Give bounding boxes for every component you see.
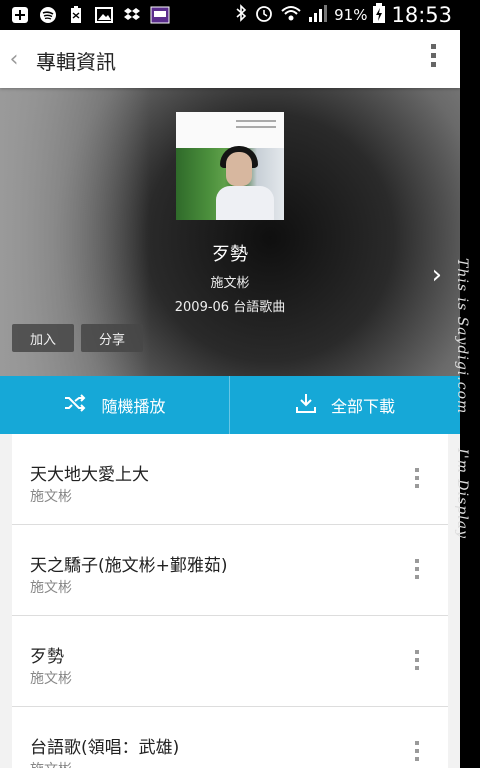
next-album-button[interactable]: › [432,260,442,290]
track-artist: 施文彬 [30,759,72,768]
watermark-line-2: I'm Display [454,448,470,539]
shuffle-icon [63,393,87,417]
status-bar: 91% 18:53 [0,0,460,30]
overflow-menu-button[interactable] [426,44,440,74]
track-row[interactable]: 天大地大愛上大 施文彬 [12,434,448,525]
add-button[interactable]: 加入 [12,324,74,352]
wifi-icon [280,3,302,27]
add-notification-icon [10,5,30,25]
back-button[interactable]: ‹ [0,30,28,88]
album-title: 歹勢 [212,244,248,265]
album-header: 歹勢 施文彬 2009-06 台語歌曲 › 加入 分享 [0,88,460,376]
download-all-label: 全部下載 [330,397,395,416]
shuffle-play-label: 隨機播放 [101,397,166,416]
album-cover [176,112,284,220]
app-screen: 91% 18:53 ‹ 專輯資訊 歹勢 施文彬 2009-06 台語歌曲 › 加… [0,0,460,768]
track-more-button[interactable] [414,650,420,674]
action-bar: 隨機播放 全部下載 [0,376,460,434]
battery-charging-icon [373,3,386,27]
track-artist: 施文彬 [30,580,72,596]
shuffle-play-button[interactable]: 隨機播放 [0,376,230,434]
alarm-icon [254,3,274,27]
bluetooth-icon [234,3,248,27]
download-all-button[interactable]: 全部下載 [230,376,460,434]
track-more-button[interactable] [414,741,420,765]
app-notification-icon [150,5,170,25]
spotify-icon [38,5,58,25]
track-artist: 施文彬 [30,671,72,687]
track-title: 歹勢 [30,647,64,667]
more-vert-icon [414,559,420,579]
gallery-icon [94,5,114,25]
track-more-button[interactable] [414,468,420,492]
share-button[interactable]: 分享 [81,324,143,352]
track-row[interactable]: 天之驕子(施文彬+鄞雅茹) 施文彬 [12,525,448,616]
battery-percent: 91% [334,6,368,24]
more-vert-icon [414,468,420,488]
signal-icon [308,3,328,27]
battery-saver-icon [66,5,86,25]
track-row[interactable]: 台語歌(領唱：武雄) 施文彬 [12,707,448,768]
clock: 18:53 [391,3,452,27]
track-row[interactable]: 歹勢 施文彬 [12,616,448,707]
page-title: 專輯資訊 [36,50,116,74]
more-vert-icon [414,741,420,761]
more-vert-icon [426,44,440,67]
track-more-button[interactable] [414,559,420,583]
track-title: 天大地大愛上大 [30,465,149,485]
watermark-text: This is Saydigi.com I'm Display [454,258,470,573]
download-icon [295,392,317,418]
chevron-right-icon: › [431,260,442,290]
app-bar: ‹ 專輯資訊 [0,30,460,88]
track-artist: 施文彬 [30,489,72,505]
track-title: 台語歌(領唱：武雄) [30,738,180,758]
track-list: 天大地大愛上大 施文彬 天之驕子(施文彬+鄞雅茹) 施文彬 歹勢 施文彬 台語歌… [12,434,448,768]
watermark-line-1: This is Saydigi.com [454,258,470,415]
chevron-left-icon: ‹ [9,46,19,72]
album-release-info: 2009-06 台語歌曲 [174,300,286,315]
track-title: 天之驕子(施文彬+鄞雅茹) [30,556,228,576]
album-artist[interactable]: 施文彬 [0,272,460,291]
dropbox-icon [122,5,142,25]
more-vert-icon [414,650,420,670]
